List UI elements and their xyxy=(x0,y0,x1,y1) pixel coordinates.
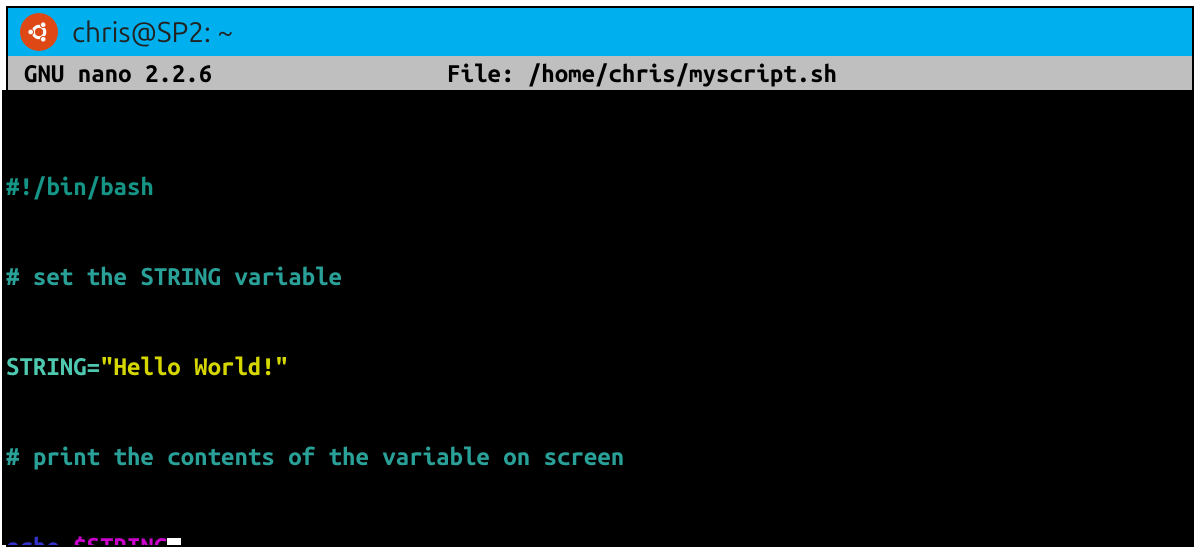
nano-status-bar: GNU nano 2.2.6 File: /home/chris/myscrip… xyxy=(8,56,1192,90)
editor-content[interactable]: #!/bin/bash # set the STRING variable ST… xyxy=(2,90,1192,545)
terminal-window: chris@SP2: ~ GNU nano 2.2.6 File: /home/… xyxy=(6,6,1194,547)
assignment: STRING= xyxy=(6,353,100,380)
ubuntu-icon xyxy=(20,13,58,51)
comment: # print the contents of the variable on … xyxy=(6,443,624,470)
variable-ref: $STRING xyxy=(73,533,167,545)
code-line: #!/bin/bash xyxy=(2,172,1192,202)
code-line: # print the contents of the variable on … xyxy=(2,442,1192,472)
shebang: #!/bin/bash xyxy=(6,173,154,200)
comment: # set the STRING variable xyxy=(6,263,342,290)
window-title: chris@SP2: ~ xyxy=(72,17,233,48)
nano-file-label: File: /home/chris/myscript.sh xyxy=(212,60,1192,87)
code-line: STRING="Hello World!" xyxy=(2,352,1192,382)
window-titlebar[interactable]: chris@SP2: ~ xyxy=(8,8,1192,56)
code-line: echo $STRING xyxy=(2,532,1192,545)
string-literal: "Hello World!" xyxy=(100,353,288,380)
code-line: # set the STRING variable xyxy=(2,262,1192,292)
command: echo xyxy=(6,533,73,545)
cursor xyxy=(167,538,181,545)
nano-app-label: GNU nano 2.2.6 xyxy=(8,60,212,87)
